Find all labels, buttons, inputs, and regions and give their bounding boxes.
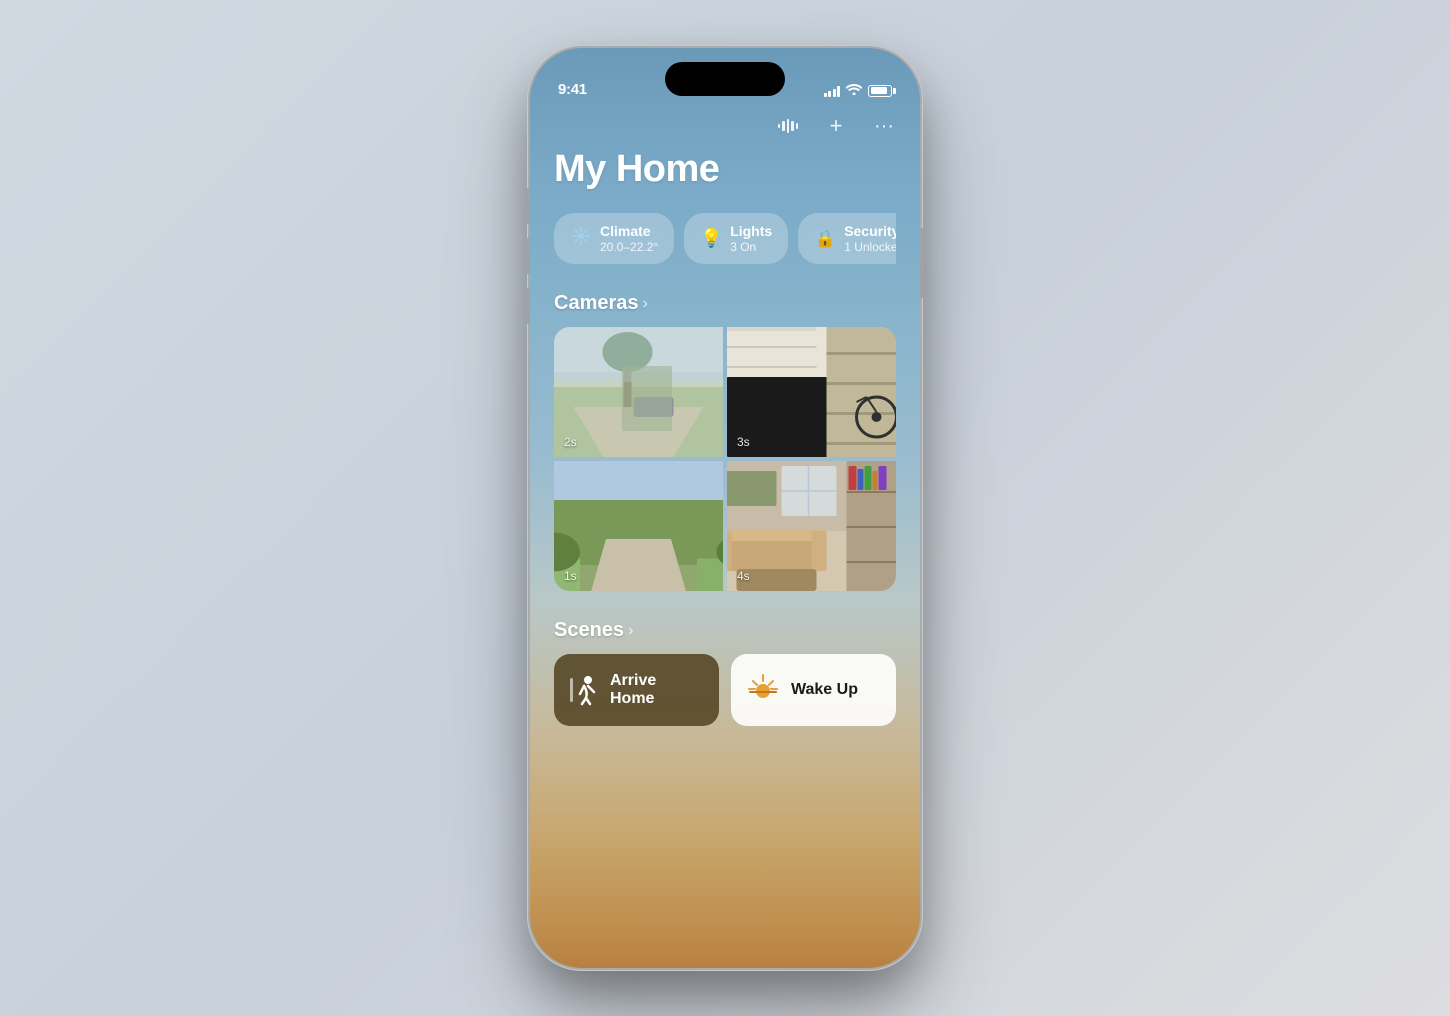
climate-icon: [570, 226, 592, 251]
top-actions: + ···: [772, 110, 900, 142]
wake-up-scene[interactable]: Wake Up: [731, 654, 896, 726]
waveform-icon: [778, 118, 799, 134]
add-button[interactable]: +: [820, 110, 852, 142]
wifi-icon: [846, 83, 862, 98]
wake-up-icon: [747, 673, 779, 708]
page-title: My Home: [554, 148, 896, 191]
lights-pill[interactable]: 💡 Lights 3 On: [684, 213, 788, 264]
scenes-section: Scenes ›: [554, 619, 896, 726]
scenes-grid: Arrive Home: [554, 654, 896, 726]
camera-3-duration: 1s: [564, 569, 577, 583]
security-pill[interactable]: 🔒 Security 1 Unlocked: [798, 213, 896, 264]
climate-text: Climate 20.0–22.2°: [600, 223, 658, 254]
phone-frame: 9:41: [530, 48, 920, 968]
arrive-home-scene[interactable]: Arrive Home: [554, 654, 719, 726]
arrive-home-label: Arrive Home: [610, 672, 703, 708]
cameras-chevron: ›: [643, 295, 648, 313]
status-icons: [824, 83, 893, 98]
waveform-button[interactable]: [772, 110, 804, 142]
dynamic-island: [665, 62, 785, 96]
battery-icon: [868, 85, 892, 97]
climate-pill[interactable]: Climate 20.0–22.2°: [554, 213, 674, 264]
phone-screen: 9:41: [530, 48, 920, 968]
arrive-home-icon: [570, 674, 598, 706]
main-content: My Home Climate 20.0–: [530, 48, 920, 968]
status-time: 9:41: [558, 81, 587, 98]
scenes-section-header[interactable]: Scenes ›: [554, 619, 896, 642]
camera-4-duration: 4s: [737, 569, 750, 583]
lights-icon: 💡: [700, 228, 722, 249]
cameras-title: Cameras: [554, 292, 639, 315]
category-pills: Climate 20.0–22.2° 💡 Lights 3 On 🔒: [554, 213, 896, 264]
scene: 9:41: [0, 0, 1450, 1016]
camera-3[interactable]: 1s: [554, 461, 723, 591]
camera-1[interactable]: 2s: [554, 327, 723, 457]
camera-4[interactable]: 4s: [727, 461, 896, 591]
camera-2[interactable]: 3s: [727, 327, 896, 457]
camera-2-duration: 3s: [737, 435, 750, 449]
wake-up-label: Wake Up: [791, 681, 858, 699]
scenes-title: Scenes: [554, 619, 624, 642]
cameras-section-header[interactable]: Cameras ›: [554, 292, 896, 315]
signal-icon: [824, 85, 841, 97]
camera-grid: 2s: [554, 327, 896, 591]
scenes-chevron: ›: [628, 622, 633, 640]
lights-text: Lights 3 On: [730, 223, 772, 254]
more-button[interactable]: ···: [868, 110, 900, 142]
camera-1-duration: 2s: [564, 435, 577, 449]
security-icon: 🔒: [814, 229, 836, 249]
security-text: Security 1 Unlocked: [844, 223, 896, 254]
